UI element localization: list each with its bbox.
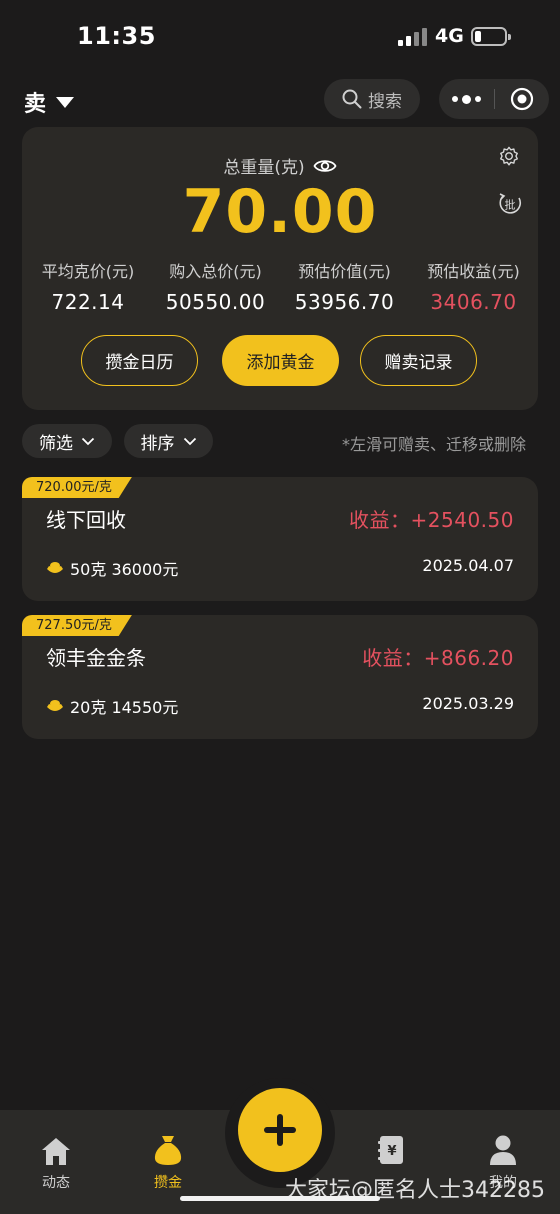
plus-icon — [264, 1114, 296, 1146]
mode-switch[interactable]: 卖 — [24, 86, 75, 118]
total-weight-value: 70.00 — [182, 177, 378, 247]
record-date: 2025.03.29 — [422, 694, 514, 713]
eye-icon[interactable] — [313, 157, 337, 175]
signal-icon — [398, 28, 428, 46]
status-bar: 11:35 4G — [0, 0, 560, 76]
record-date: 2025.04.07 — [422, 556, 514, 575]
stat-purchase-total: 购入总价(元) 50550.00 — [165, 262, 266, 314]
close-target-icon[interactable] — [495, 87, 549, 111]
nav-item-feed[interactable]: 动态 — [21, 1132, 91, 1192]
status-time: 11:35 — [77, 22, 156, 50]
record-profit: 收益：+2540.50 — [349, 508, 514, 532]
money-bag-icon — [154, 1136, 182, 1165]
user-icon — [490, 1135, 516, 1165]
stats-row: 平均克价(元) 722.14 购入总价(元) 50550.00 预估价值(元) … — [22, 258, 538, 314]
gear-icon[interactable] — [498, 146, 520, 172]
record-title: 线下回收 — [46, 508, 126, 532]
search-label: 搜索 — [368, 91, 402, 112]
mode-label: 卖 — [24, 92, 47, 117]
search-button[interactable]: 搜索 — [324, 79, 420, 119]
network-label: 4G — [435, 25, 464, 47]
sort-button[interactable]: 排序 — [124, 424, 213, 458]
summary-card: 总重量(克) 70.00 批 平均克价(元) 722.14 购入总价(元) 50… — [22, 127, 538, 410]
gold-record-card[interactable]: 727.50元/克 领丰金金条 收益：+866.20 20克 14550元 20… — [22, 615, 538, 739]
stat-avg-price: 平均克价(元) 722.14 — [41, 262, 135, 314]
record-profit: 收益：+866.20 — [362, 646, 514, 670]
gold-ingot-icon — [47, 562, 63, 573]
add-gold-button[interactable]: 添加黄金 — [222, 335, 339, 386]
stat-estimated-profit: 预估收益(元) 3406.70 — [427, 262, 520, 314]
search-icon — [342, 89, 362, 109]
nav-item-ledger[interactable]: ¥ — [356, 1132, 426, 1172]
gift-sell-records-button[interactable]: 赠卖记录 — [360, 335, 477, 386]
gold-record-card[interactable]: 720.00元/克 线下回收 收益：+2540.50 50克 36000元 20… — [22, 477, 538, 601]
home-indicator[interactable] — [180, 1196, 380, 1201]
ledger-icon: ¥ — [378, 1136, 403, 1164]
record-title: 领丰金金条 — [46, 646, 146, 670]
add-fab-button[interactable] — [238, 1088, 322, 1172]
svg-text:批: 批 — [505, 198, 516, 212]
total-weight-label: 总重量(克) — [22, 153, 538, 178]
calendar-button[interactable]: 攒金日历 — [81, 335, 198, 386]
swipe-hint: *左滑可赠卖、迁移或删除 — [342, 435, 527, 454]
record-info: 20克 14550元 — [46, 694, 178, 718]
more-icon[interactable] — [439, 94, 494, 104]
chevron-down-icon — [183, 437, 196, 445]
batch-icon[interactable]: 批 — [497, 191, 523, 221]
price-per-gram-tag: 727.50元/克 — [22, 615, 132, 636]
chevron-down-icon — [81, 437, 95, 445]
svg-text:¥: ¥ — [387, 1144, 396, 1159]
price-per-gram-tag: 720.00元/克 — [22, 477, 132, 498]
nav-item-save-gold[interactable]: 攒金 — [133, 1132, 203, 1192]
gold-ingot-icon — [47, 700, 63, 711]
stat-estimated-value: 预估价值(元) 53956.70 — [294, 262, 395, 314]
record-info: 50克 36000元 — [46, 556, 178, 580]
mini-program-capsule — [439, 79, 549, 119]
caret-down-icon — [56, 96, 75, 108]
battery-icon — [471, 27, 511, 46]
home-icon — [42, 1138, 70, 1165]
filter-button[interactable]: 筛选 — [22, 424, 112, 458]
action-buttons: 攒金日历 添加黄金 赠卖记录 — [81, 335, 481, 387]
